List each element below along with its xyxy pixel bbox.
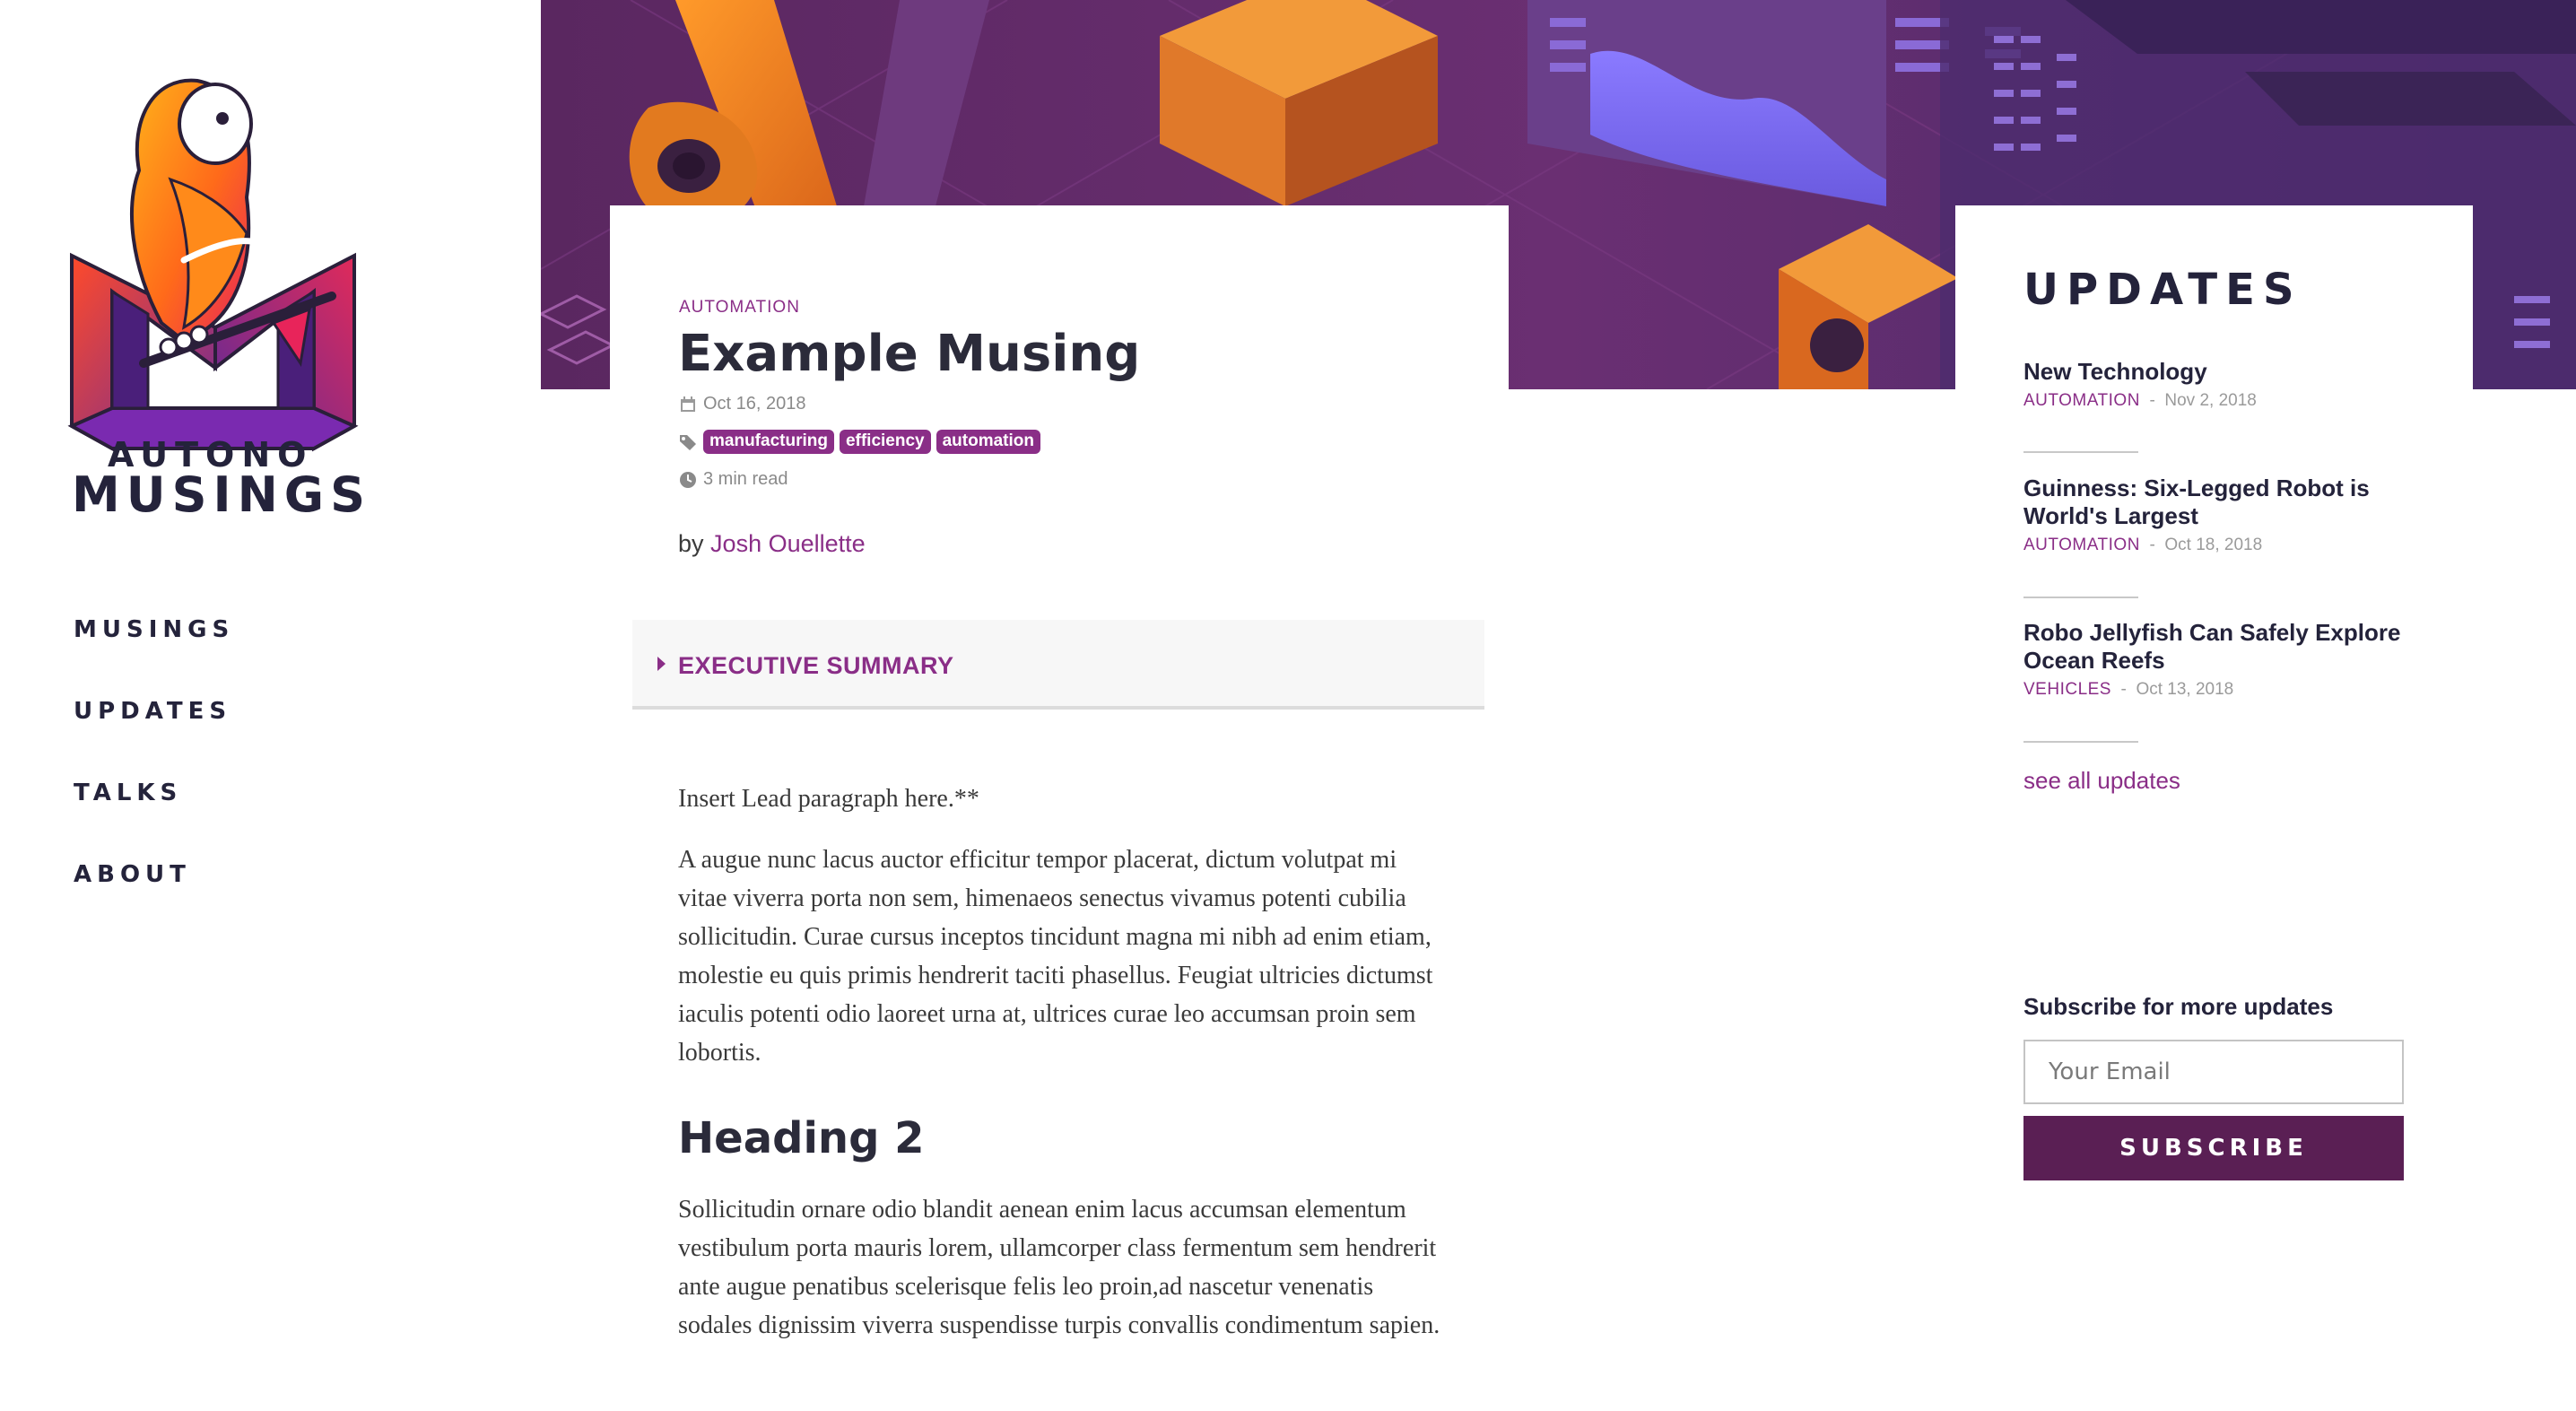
update-meta: AUTOMATION - Nov 2, 2018 bbox=[2023, 391, 2418, 411]
tag-automation[interactable]: automation bbox=[936, 430, 1040, 454]
updates-panel: UPDATES New Technology AUTOMATION - Nov … bbox=[1955, 205, 2473, 1411]
body-paragraph-1: A augue nunc lacus auctor efficitur temp… bbox=[678, 846, 1433, 1067]
update-category[interactable]: VEHICLES bbox=[2023, 680, 2111, 699]
update-date: Nov 2, 2018 bbox=[2164, 391, 2257, 410]
article-date: Oct 16, 2018 bbox=[703, 394, 806, 414]
nav-item-musings[interactable]: MUSINGS bbox=[74, 614, 234, 696]
update-separator: - bbox=[2120, 680, 2127, 699]
caret-right-icon bbox=[657, 657, 666, 671]
tag-manufacturing[interactable]: manufacturing bbox=[703, 430, 834, 454]
executive-summary-label: EXECUTIVE SUMMARY bbox=[678, 652, 954, 679]
update-item[interactable]: New Technology AUTOMATION - Nov 2, 2018 bbox=[2023, 358, 2418, 411]
article-read-time-row: 3 min read bbox=[678, 469, 788, 490]
nav-item-updates[interactable]: UPDATES bbox=[74, 696, 234, 778]
update-divider bbox=[2023, 741, 2138, 743]
article-byline: by Josh Ouellette bbox=[678, 530, 866, 558]
update-divider bbox=[2023, 451, 2138, 453]
article-category[interactable]: AUTOMATION bbox=[679, 298, 800, 318]
brand-line-2: MUSINGS bbox=[72, 466, 371, 523]
nav-item-about[interactable]: ABOUT bbox=[74, 859, 234, 941]
article-date-row: Oct 16, 2018 bbox=[678, 394, 806, 414]
author-link[interactable]: Josh Ouellette bbox=[710, 530, 866, 557]
sidebar: AUTONO MUSINGS MUSINGS UPDATES TALKS ABO… bbox=[0, 0, 541, 1411]
tag-efficiency[interactable]: efficiency bbox=[839, 430, 931, 454]
article-tags-row: manufacturing efficiency automation bbox=[678, 430, 1046, 454]
update-meta: VEHICLES - Oct 13, 2018 bbox=[2023, 680, 2418, 700]
see-all-updates-link[interactable]: see all updates bbox=[2023, 767, 2180, 795]
update-category[interactable]: AUTOMATION bbox=[2023, 391, 2140, 410]
update-date: Oct 13, 2018 bbox=[2136, 680, 2234, 699]
lead-paragraph: Insert Lead paragraph here.** bbox=[678, 785, 979, 813]
article-card: AUTOMATION Example Musing Oct 16, 2018 m… bbox=[610, 205, 1509, 1411]
section-heading: Heading 2 bbox=[678, 1113, 925, 1163]
update-item[interactable]: Guinness: Six-Legged Robot is World's La… bbox=[2023, 475, 2418, 555]
article-title: Example Musing bbox=[678, 325, 1141, 383]
tags-icon bbox=[680, 434, 696, 450]
updates-heading: UPDATES bbox=[2023, 265, 2302, 315]
calendar-icon bbox=[681, 396, 695, 412]
clock-icon bbox=[680, 471, 696, 488]
article-read-time: 3 min read bbox=[703, 469, 788, 489]
email-field[interactable] bbox=[2023, 1040, 2404, 1104]
update-separator: - bbox=[2149, 536, 2155, 554]
update-title[interactable]: Robo Jellyfish Can Safely Explore Ocean … bbox=[2023, 619, 2418, 675]
update-date: Oct 18, 2018 bbox=[2164, 536, 2263, 554]
body-paragraph-2: Sollicitudin ornare odio blandit aenean … bbox=[678, 1196, 1440, 1339]
subscribe-heading: Subscribe for more updates bbox=[2023, 993, 2334, 1020]
update-title[interactable]: Guinness: Six-Legged Robot is World's La… bbox=[2023, 475, 2418, 530]
update-divider bbox=[2023, 597, 2138, 598]
update-separator: - bbox=[2149, 391, 2155, 410]
update-item[interactable]: Robo Jellyfish Can Safely Explore Ocean … bbox=[2023, 619, 2418, 700]
update-category[interactable]: AUTOMATION bbox=[2023, 536, 2140, 554]
executive-summary-toggle[interactable]: EXECUTIVE SUMMARY bbox=[632, 620, 1484, 710]
nav-item-talks[interactable]: TALKS bbox=[74, 778, 234, 859]
update-title[interactable]: New Technology bbox=[2023, 358, 2418, 386]
byline-prefix: by bbox=[678, 530, 704, 557]
main-nav: MUSINGS UPDATES TALKS ABOUT bbox=[74, 614, 234, 941]
update-meta: AUTOMATION - Oct 18, 2018 bbox=[2023, 536, 2418, 555]
subscribe-button[interactable]: SUBSCRIBE bbox=[2023, 1116, 2404, 1180]
